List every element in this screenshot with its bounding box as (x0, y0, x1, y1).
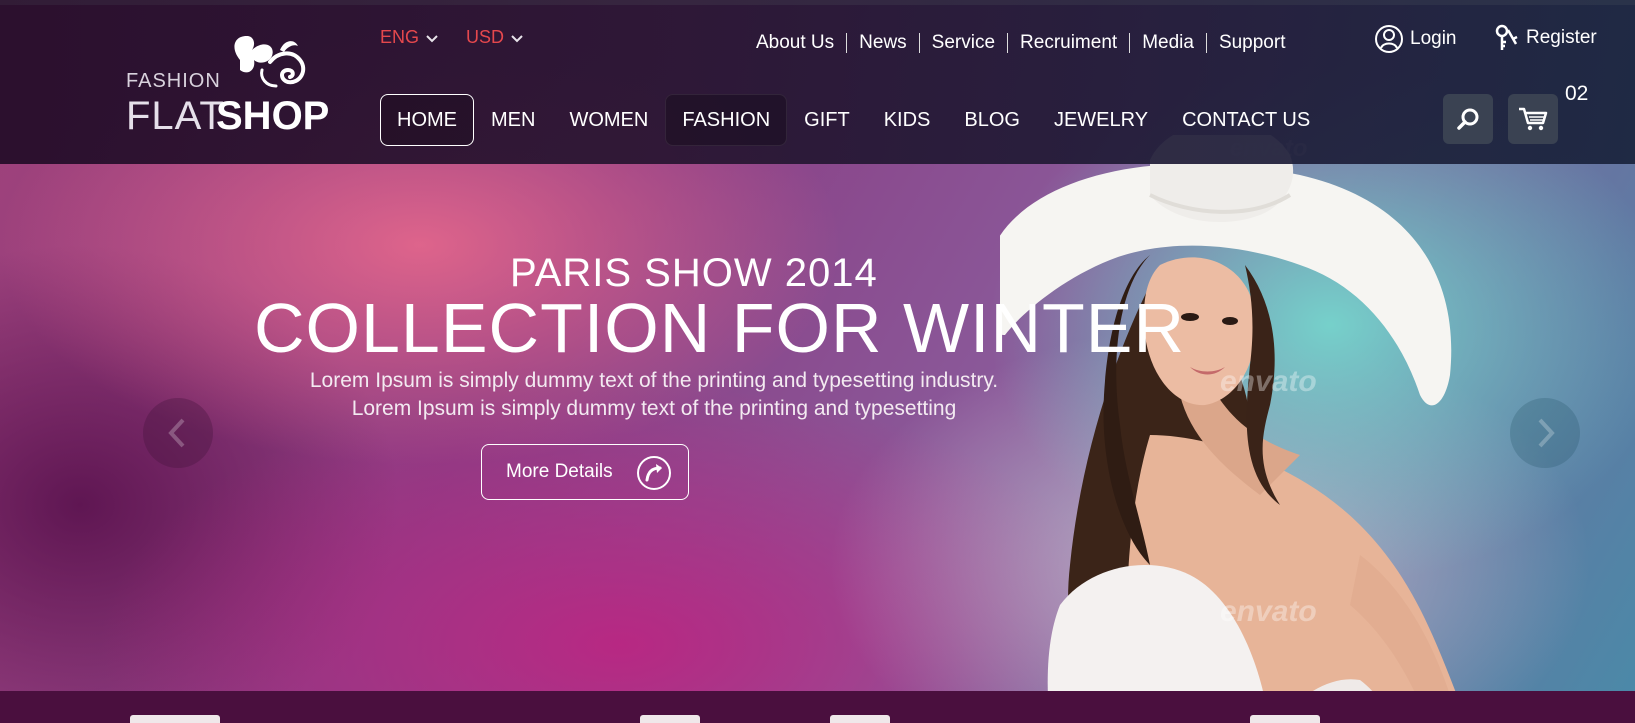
section-edge (130, 715, 220, 723)
model-image (1000, 135, 1468, 723)
main-nav: HOME MEN WOMEN FASHION GIFT KIDS BLOG JE… (380, 94, 1327, 146)
slide-description-line: Lorem Ipsum is simply dummy text of the … (309, 369, 999, 392)
user-icon (1375, 25, 1403, 53)
nav-women[interactable]: WOMEN (552, 94, 665, 146)
top-link-recruiment[interactable]: Recruiment (1007, 33, 1129, 53)
nav-jewelry[interactable]: JEWELRY (1037, 94, 1165, 146)
currency-selector[interactable]: USD (466, 27, 524, 48)
watermark: envato (1220, 365, 1317, 398)
slider-prev-button[interactable] (143, 398, 213, 468)
top-link-news[interactable]: News (846, 33, 919, 53)
keys-icon (1495, 24, 1518, 50)
chevron-left-icon (168, 418, 185, 448)
more-details-button[interactable]: More Details (481, 444, 689, 500)
logo-shop-text: SHOP (216, 94, 330, 138)
language-selector[interactable]: ENG (380, 27, 439, 48)
nav-fashion[interactable]: FASHION (665, 94, 788, 146)
slide-title: COLLECTION FOR WINTER (254, 289, 1186, 367)
search-button[interactable] (1443, 94, 1493, 144)
register-link[interactable]: Register (1494, 24, 1597, 52)
site-logo[interactable]: FASHION FLAT SHOP (126, 30, 330, 140)
section-edge (830, 715, 890, 723)
flower-logo-icon (234, 35, 306, 88)
logo-flat-text: FLAT (126, 94, 225, 138)
login-label: Login (1410, 28, 1457, 49)
nav-home[interactable]: HOME (380, 94, 474, 146)
section-edge (640, 715, 700, 723)
login-link[interactable]: Login (1374, 24, 1457, 54)
top-link-about-us[interactable]: About Us (756, 33, 846, 53)
nav-kids[interactable]: KIDS (867, 94, 948, 146)
slide-description-line: Lorem Ipsum is simply dummy text of the … (351, 397, 957, 420)
chevron-down-icon (511, 34, 523, 42)
language-value: ENG (380, 27, 420, 47)
search-icon (1457, 108, 1479, 130)
nav-contact-us[interactable]: CONTACT US (1165, 94, 1327, 146)
logo-fashion-text: FASHION (126, 70, 221, 92)
register-label: Register (1526, 27, 1597, 48)
watermark: envato (1220, 595, 1317, 628)
currency-value: USD (466, 27, 505, 47)
next-section-strip (0, 691, 1635, 723)
cart-button[interactable] (1508, 94, 1558, 144)
chevron-down-icon (426, 34, 438, 42)
chevron-right-icon (1538, 418, 1555, 448)
top-link-service[interactable]: Service (918, 33, 1007, 53)
top-link-support[interactable]: Support (1205, 33, 1298, 53)
nav-gift[interactable]: GIFT (787, 94, 867, 146)
nav-blog[interactable]: BLOG (947, 94, 1037, 146)
page: envato envato envato FASHION FLAT SHOP E… (0, 0, 1635, 723)
arrow-circle-icon (637, 456, 671, 490)
slide-description: Lorem Ipsum is simply dummy text of the … (254, 367, 1054, 423)
nav-men[interactable]: MEN (474, 94, 552, 146)
cart-icon (1519, 107, 1548, 131)
top-link-media[interactable]: Media (1129, 33, 1206, 53)
top-links: About Us News Service Recruiment Media S… (756, 31, 1297, 55)
section-edge (1250, 715, 1320, 723)
site-header: FASHION FLAT SHOP ENG USD About Us News … (0, 0, 1635, 164)
more-details-label: More Details (506, 461, 613, 482)
slider-next-button[interactable] (1510, 398, 1580, 468)
cart-count: 02 (1565, 82, 1589, 105)
